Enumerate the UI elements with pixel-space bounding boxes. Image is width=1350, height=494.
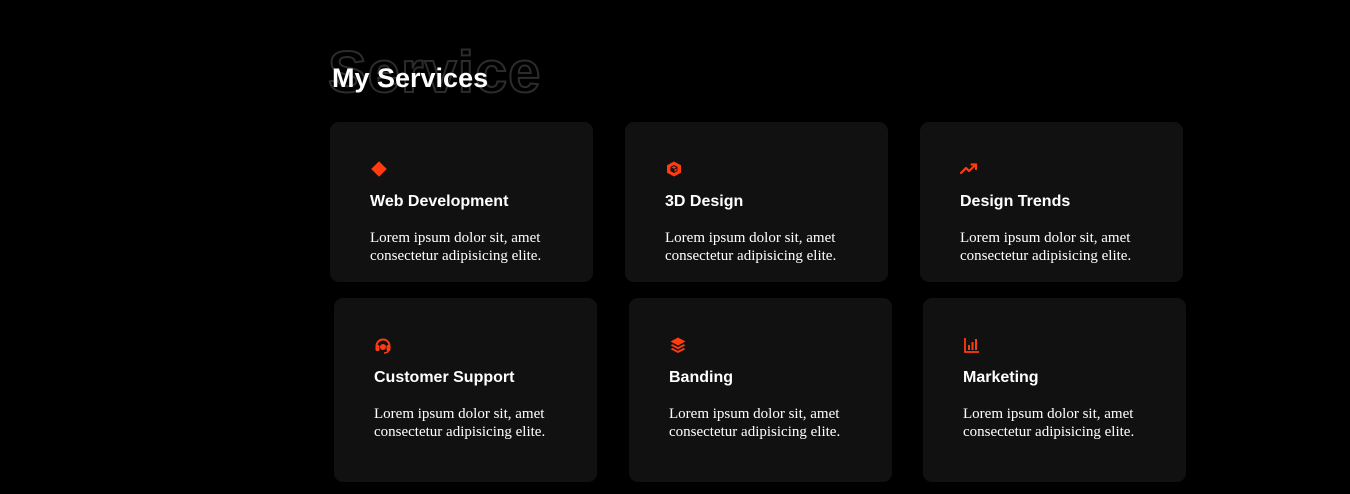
service-title: Banding [669, 369, 733, 386]
service-description: Lorem ipsum dolor sit, amet consectetur … [370, 230, 542, 264]
service-description: Lorem ipsum dolor sit, amet consectetur … [669, 406, 841, 440]
bar-chart-icon [963, 336, 981, 354]
service-card-web-development[interactable]: Web Development Lorem ipsum dolor sit, a… [330, 122, 593, 282]
service-description: Lorem ipsum dolor sit, amet consectetur … [665, 230, 837, 264]
service-card-design-trends[interactable]: Design Trends Lorem ipsum dolor sit, ame… [920, 122, 1183, 282]
layers-icon [669, 336, 687, 354]
service-description: Lorem ipsum dolor sit, amet consectetur … [963, 406, 1135, 440]
service-title: Marketing [963, 369, 1039, 386]
service-title: Design Trends [960, 193, 1071, 210]
services-section: Service My Services Web Development Lore… [0, 0, 1350, 494]
service-card-customer-support[interactable]: Customer Support Lorem ipsum dolor sit, … [334, 298, 597, 482]
service-description: Lorem ipsum dolor sit, amet consectetur … [960, 230, 1132, 264]
service-card-marketing[interactable]: Marketing Lorem ipsum dolor sit, amet co… [923, 298, 1186, 482]
cube-icon [665, 160, 683, 178]
service-title: 3D Design [665, 193, 744, 210]
trend-up-icon [960, 160, 978, 178]
service-card-3d-design[interactable]: 3D Design Lorem ipsum dolor sit, amet co… [625, 122, 888, 282]
service-title: Web Development [370, 193, 509, 210]
service-card-banding[interactable]: Banding Lorem ipsum dolor sit, amet cons… [629, 298, 892, 482]
diamond-icon [370, 160, 388, 178]
service-description: Lorem ipsum dolor sit, amet consectetur … [374, 406, 546, 440]
headset-icon [374, 336, 392, 354]
service-title: Customer Support [374, 369, 515, 386]
section-heading: My Services [332, 63, 489, 93]
